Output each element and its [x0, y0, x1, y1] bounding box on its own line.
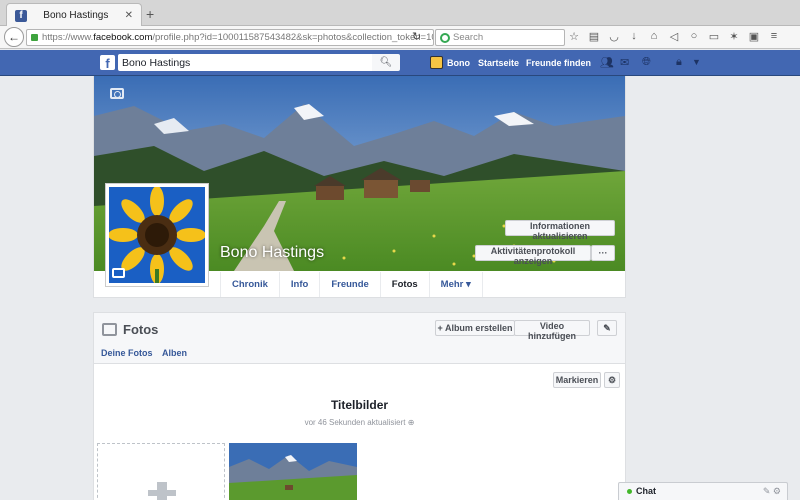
tag-button[interactable]: Markieren [553, 372, 601, 388]
add-video-button[interactable]: Video hinzufügen [514, 320, 590, 341]
chat-bubble-icon[interactable]: ○ [688, 30, 700, 43]
home-icon[interactable]: ⌂ [648, 30, 660, 43]
facebook-favicon-icon: f [15, 9, 27, 22]
browser-tab[interactable]: f Bono Hastings ✕ [6, 3, 142, 27]
photos-title: Fotos [123, 322, 159, 337]
profile-name[interactable]: Bono Hastings [220, 244, 324, 262]
cover-photo-thumbnail[interactable] [229, 443, 357, 500]
url-rest: /profile.php?id=100011587543482&sk=photo… [152, 32, 434, 43]
profile-link[interactable]: Bono [447, 58, 470, 68]
find-friends-link[interactable]: Freunde finden [526, 58, 591, 68]
reading-list-icon[interactable]: ▤ [588, 30, 600, 43]
chat-bar[interactable]: Chat ✎ ⚙ [618, 482, 788, 500]
account-menu-chevron-icon[interactable]: ▼ [692, 57, 701, 67]
cover-card: Informationen aktualisieren Aktivitätenp… [93, 76, 626, 298]
tab-fotos[interactable]: Fotos [379, 272, 429, 297]
edit-pencil-icon[interactable]: ✎ [597, 320, 617, 336]
subnav-albums[interactable]: Alben [162, 348, 187, 358]
page-action-icon[interactable]: ▣ [748, 30, 760, 43]
url-bar[interactable]: https://www. facebook.com/profile.php?id=… [26, 29, 434, 46]
cover-camera-icon[interactable] [110, 88, 124, 99]
bookmark-star-icon[interactable]: ☆ [568, 30, 580, 43]
search-engine-icon [440, 32, 450, 43]
photos-icon [102, 323, 117, 336]
profile-tabs: Chronik Info Freunde Fotos Mehr ▾ [220, 272, 483, 298]
url-domain: facebook.com [93, 32, 153, 43]
add-photo-tile[interactable] [97, 443, 225, 500]
tab-chronik[interactable]: Chronik [220, 272, 279, 297]
chat-options-icon[interactable]: ✎ ⚙ [763, 486, 781, 497]
album-title[interactable]: Titelbilder [94, 398, 625, 412]
browser-navbar: ← https://www. facebook.com/profile.php?i… [0, 26, 800, 49]
browser-toolbar-icons: ☆ ▤ ◡ ↓ ⌂ ◁ ○ ▭ ✶ ▣ ≡ [568, 30, 780, 43]
search-icon[interactable]: 🔍︎ [372, 54, 400, 71]
online-status-icon [627, 489, 632, 494]
privacy-shortcuts-icon[interactable]: 🔒︎ [676, 56, 682, 69]
user-avatar[interactable] [430, 56, 443, 69]
profile-camera-icon[interactable] [112, 268, 125, 278]
mail-icon[interactable]: ▭ [708, 30, 720, 43]
browser-search-placeholder: Search [453, 32, 484, 43]
subnav-your-photos[interactable]: Deine Fotos [101, 348, 153, 358]
photos-header: Fotos + Album erstellen Video hinzufügen… [94, 313, 625, 364]
facebook-search-input[interactable] [118, 54, 372, 71]
pocket-icon[interactable]: ◡ [608, 30, 620, 43]
gear-icon[interactable]: ⚙ [604, 372, 620, 388]
facebook-header: f 🔍︎ Bono Startseite Freunde finden 👥︎ ✉… [0, 50, 800, 76]
profile-picture[interactable] [105, 183, 209, 287]
photos-card: Fotos + Album erstellen Video hinzufügen… [93, 312, 626, 500]
chat-label: Chat [636, 486, 656, 496]
friend-requests-icon[interactable]: 👥︎ [600, 56, 614, 69]
lock-icon [31, 34, 38, 41]
home-link[interactable]: Startseite [478, 58, 519, 68]
notifications-globe-icon[interactable]: 🌐︎ [642, 56, 651, 69]
extension-icon[interactable]: ✶ [728, 30, 740, 43]
browser-tabbar: f Bono Hastings ✕ + [0, 0, 800, 27]
tab-mehr[interactable]: Mehr ▾ [428, 272, 483, 297]
facebook-logo-icon[interactable]: f [100, 55, 115, 71]
update-info-button[interactable]: Informationen aktualisieren [505, 220, 615, 241]
tab-info[interactable]: Info [278, 272, 319, 297]
url-prefix: https://www. [42, 32, 94, 43]
download-icon[interactable]: ↓ [628, 30, 640, 43]
album-updated-timestamp: vor 46 Sekunden aktualisiert ⊕ [304, 418, 415, 427]
more-options-button[interactable]: ··· [591, 245, 615, 261]
messages-icon[interactable]: ✉︎ [620, 56, 629, 69]
new-tab-button[interactable]: + [146, 6, 154, 22]
share-icon[interactable]: ◁ [668, 30, 680, 43]
menu-icon[interactable]: ≡ [768, 30, 780, 43]
activity-log-button[interactable]: Aktivitätenprotokoll anzeigen [475, 245, 591, 266]
tab-close-icon[interactable]: ✕ [125, 10, 133, 21]
tab-freunde[interactable]: Freunde [319, 272, 379, 297]
create-album-button[interactable]: + Album erstellen [435, 320, 515, 336]
browser-search-input[interactable]: Search [435, 29, 565, 46]
tab-title: Bono Hastings [43, 10, 109, 21]
back-button[interactable]: ← [4, 27, 24, 47]
reload-button[interactable]: ↻ [412, 30, 421, 43]
